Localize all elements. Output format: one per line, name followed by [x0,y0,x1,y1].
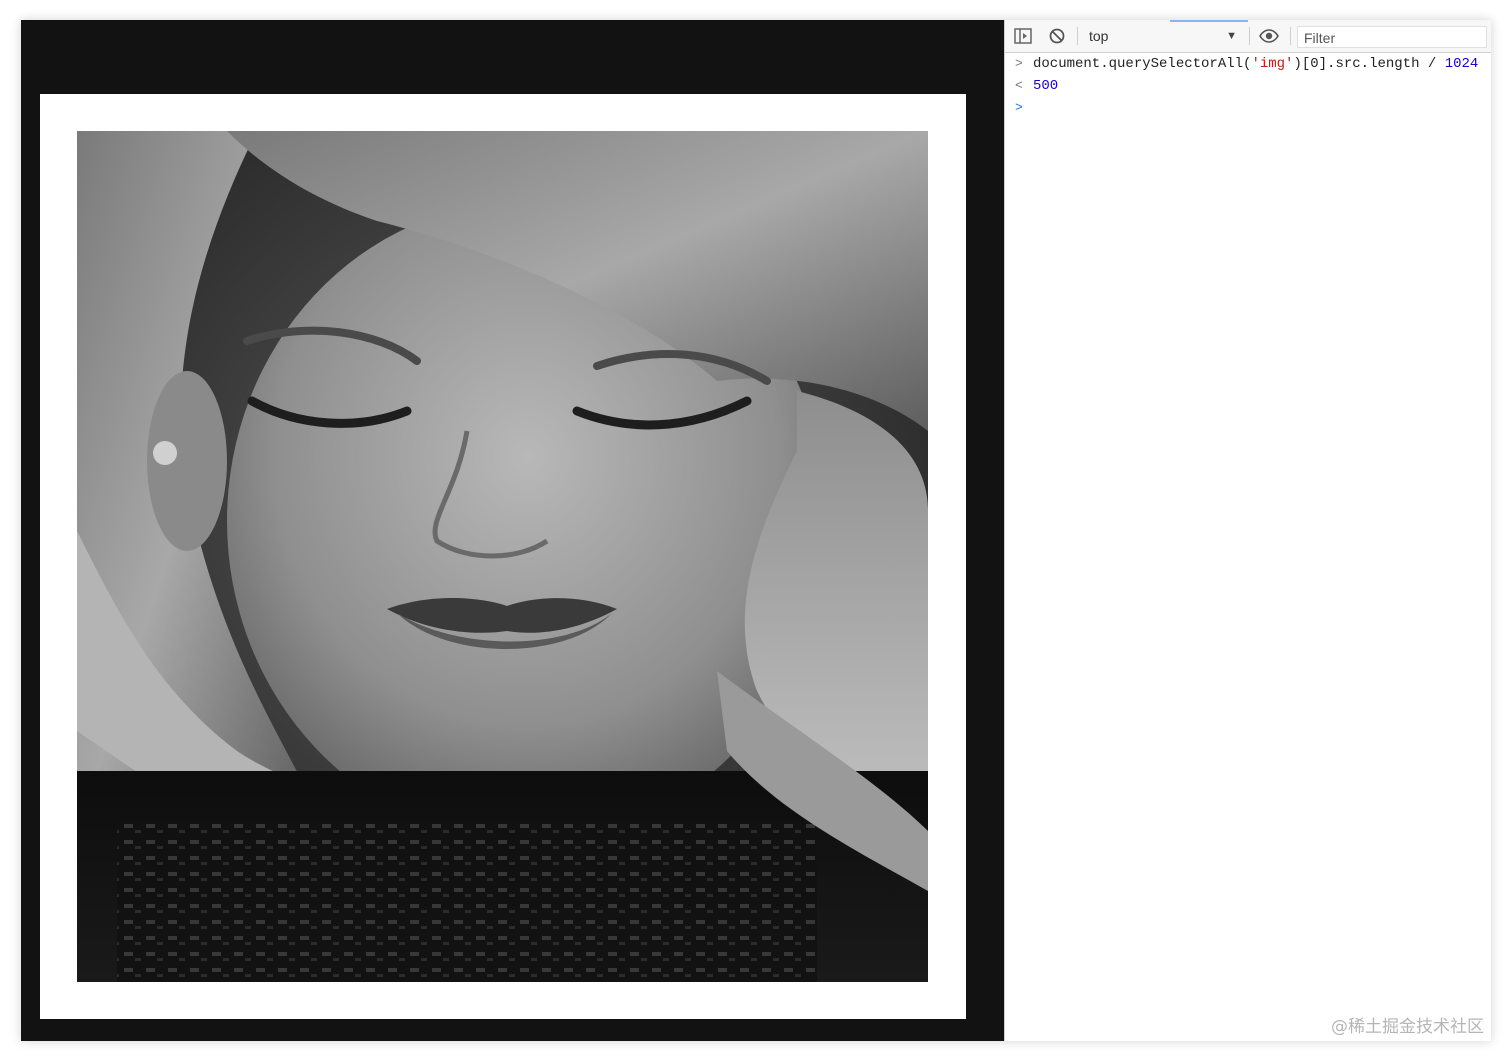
code-string: 'img' [1251,56,1294,72]
input-prompt: > [1015,56,1023,71]
portrait-image [77,131,928,982]
clear-console-icon[interactable] [1047,26,1067,46]
page-viewport [21,20,1004,1041]
filter-input[interactable]: Filter [1297,26,1487,48]
active-tab-indicator [1170,20,1248,22]
dock-side-icon[interactable] [1013,26,1033,46]
code-call: document.querySelectorAll( [1033,56,1252,72]
console-toolbar: top ▼ Filter [1005,20,1491,53]
context-selector[interactable]: top ▼ [1083,24,1243,48]
portrait-illustration [77,131,928,982]
toolbar-divider [1077,27,1078,45]
code-property: )[0].src.length / [1293,56,1445,72]
console-result: 500 [1033,78,1059,94]
console-command: document.querySelectorAll('img')[0].src.… [1033,53,1478,75]
filter-placeholder: Filter [1304,30,1336,46]
browser-window: top ▼ Filter > document.querySelectorAll… [21,20,1491,1041]
console-prompt-line[interactable]: > [1005,97,1491,119]
context-selector-label: top [1089,28,1109,44]
eye-icon[interactable] [1259,26,1279,46]
console-result-line: < 500 [1005,75,1491,97]
image-frame [40,94,966,1019]
next-prompt: > [1015,100,1023,115]
chevron-down-icon: ▼ [1226,30,1237,42]
toolbar-divider [1249,27,1250,45]
output-prompt: < [1015,78,1023,93]
console-output[interactable]: > document.querySelectorAll('img')[0].sr… [1005,53,1491,1041]
console-input-line: > document.querySelectorAll('img')[0].sr… [1005,53,1491,75]
watermark: @稀土掘金技术社区 [1331,1017,1484,1037]
devtools-panel: top ▼ Filter > document.querySelectorAll… [1004,20,1491,1041]
code-number: 1024 [1444,56,1479,72]
toolbar-divider [1290,27,1291,45]
